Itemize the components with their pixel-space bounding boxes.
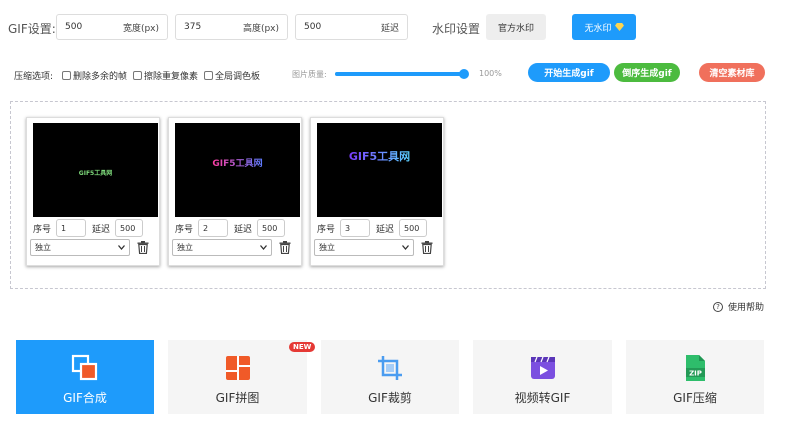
trash-icon[interactable] [279,241,291,254]
height-unit: 高度(px) [242,23,279,34]
frame-card[interactable]: GIF5工具网 序号 3 延迟 500 独立 [310,117,444,266]
delay-label: 延迟 [376,224,395,235]
trash-icon[interactable] [421,241,433,254]
tool-label: GIF拼图 [215,391,260,405]
frame-controls: 序号 1 延迟 500 [33,217,158,239]
order-label: 序号 [317,224,336,235]
frame-preview: GIF5工具网 [33,123,158,217]
global-palette-label: 全局调色板 [215,72,261,82]
mode-select[interactable]: 独立 [314,239,414,256]
help-label: 使用帮助 [728,303,765,313]
delay-unit: 延迟 [380,23,399,34]
remove-extra-frames-option[interactable]: 删除多余的帧 [62,69,127,82]
no-watermark-label: 无水印 [584,23,612,34]
frame-controls: 序号 2 延迟 500 [175,217,300,239]
chevron-down-icon [402,245,409,250]
width-field[interactable]: 500 宽度(px) [56,14,168,40]
frame-preview: GIF5工具网 [317,123,442,217]
compress-options-label: 压缩选项: [14,72,54,82]
tool-label: GIF裁剪 [368,391,412,405]
help-link[interactable]: ? 使用帮助 [713,300,764,313]
tool-video-to-gif[interactable]: 视频转GIF [473,340,612,414]
delay-input[interactable]: 500 [399,219,428,237]
order-input[interactable]: 1 [56,219,87,237]
frame-card[interactable]: GIF5工具网 序号 2 延迟 500 独立 [168,117,302,266]
mode-select-value: 独立 [177,243,193,252]
frame-preview-text: GIF5工具网 [78,169,113,177]
erase-duplicate-pixels-label: 擦除重复像素 [144,72,199,82]
tool-label: GIF压缩 [673,391,717,405]
zip-file-icon: ZIP [686,355,705,381]
trash-icon[interactable] [137,241,149,254]
delay-label: 延迟 [92,224,111,235]
quality-label: 图片质量: [292,70,327,79]
chevron-down-icon [260,245,267,250]
compose-icon [71,354,98,381]
erase-duplicate-pixels-checkbox[interactable] [133,71,142,80]
quality-slider[interactable] [335,72,465,76]
quality-value: 100% [479,69,502,78]
erase-duplicate-pixels-option[interactable]: 擦除重复像素 [133,69,198,82]
gif-settings-label: GIF设置: [8,22,56,36]
remove-extra-frames-label: 删除多余的帧 [73,72,128,82]
delay-input[interactable]: 500 [115,219,144,237]
question-icon: ? [713,301,723,312]
diamond-icon [614,23,624,31]
global-palette-checkbox[interactable] [204,71,213,80]
delay-value: 500 [304,22,322,32]
width-value: 500 [65,22,83,32]
video-icon [530,356,555,379]
delay-input[interactable]: 500 [257,219,286,237]
mode-select-value: 独立 [35,243,51,252]
tool-label: 视频转GIF [514,391,571,405]
tool-gif-compose[interactable]: GIF合成 [16,340,154,414]
mode-select-value: 独立 [319,243,335,252]
order-label: 序号 [175,224,194,235]
width-unit: 宽度(px) [122,23,159,34]
watermark-label: 水印设置 [432,22,481,36]
frame-controls: 序号 3 延迟 500 [317,217,442,239]
no-watermark-button[interactable]: 无水印 [572,14,636,40]
height-field[interactable]: 375 高度(px) [175,14,288,40]
order-label: 序号 [33,224,52,235]
remove-extra-frames-checkbox[interactable] [62,71,71,80]
frame-card[interactable]: GIF5工具网 序号 1 延迟 500 独立 [26,117,160,266]
start-generate-button[interactable]: 开始生成gif [528,63,610,82]
official-watermark-button[interactable]: 官方水印 [486,14,546,40]
frame-preview-text: GIF5工具网 [348,150,411,163]
crop-icon [378,356,402,380]
mode-select[interactable]: 独立 [30,239,130,256]
mode-select[interactable]: 独立 [172,239,272,256]
reverse-generate-button[interactable]: 倒序生成gif [614,63,680,82]
new-badge: NEW [289,342,316,352]
frame-preview-text: GIF5工具网 [212,156,262,169]
frame-preview: GIF5工具网 [175,123,300,217]
tool-gif-crop[interactable]: GIF裁剪 [321,340,459,414]
order-input[interactable]: 2 [198,219,229,237]
tool-gif-compress[interactable]: ZIP GIF压缩 [626,340,764,414]
delay-field[interactable]: 500 延迟 [295,14,408,40]
tool-label: GIF合成 [63,391,107,405]
quality-slider-knob[interactable] [459,69,469,79]
global-palette-option[interactable]: 全局调色板 [204,69,260,82]
quality-slider-fill [335,72,465,76]
height-value: 375 [184,22,202,32]
chevron-down-icon [118,245,125,250]
tool-gif-puzzle[interactable]: GIF拼图 [168,340,307,414]
order-input[interactable]: 3 [340,219,371,237]
puzzle-grid-icon [225,356,250,380]
clear-library-button[interactable]: 清空素材库 [699,63,765,82]
delay-label: 延迟 [234,224,253,235]
zip-icon-text: ZIP [689,370,702,378]
